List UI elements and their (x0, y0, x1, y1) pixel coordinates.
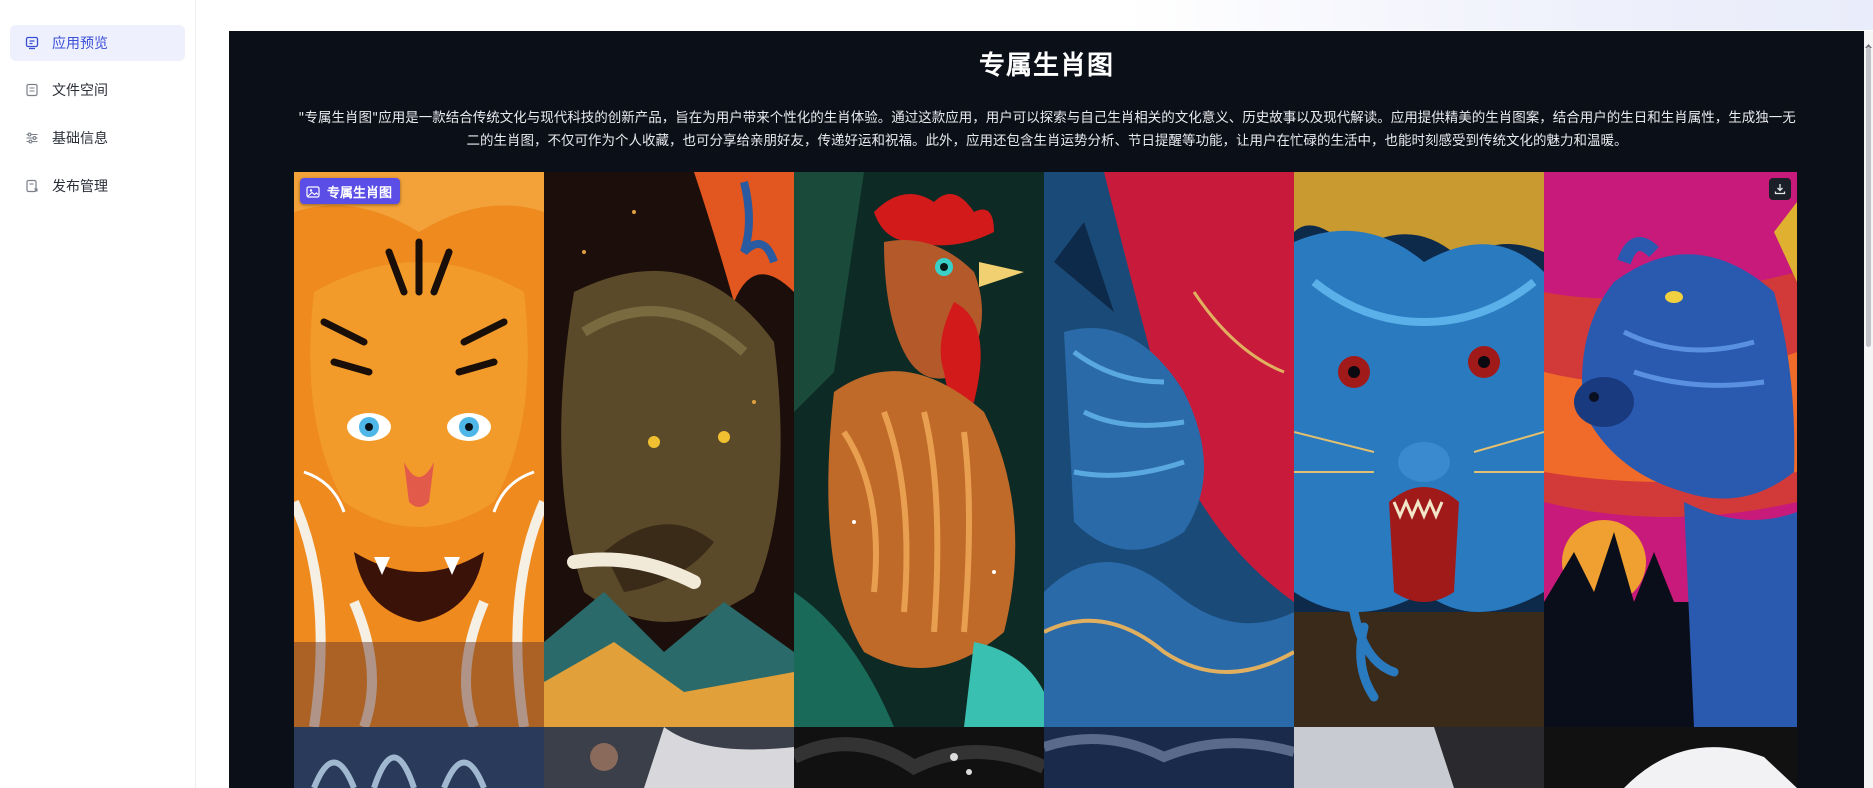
tiger-panel (294, 172, 544, 727)
row2-tile (1044, 727, 1294, 788)
sidebar-item-publish-management[interactable]: 发布管理 (10, 168, 185, 204)
main-scrollbar[interactable] (1864, 31, 1873, 788)
scroll-up-arrow-icon[interactable] (1864, 35, 1873, 48)
image-badge: 专属生肖图 (300, 178, 401, 204)
download-icon (1774, 180, 1786, 199)
ox-panel (1544, 172, 1797, 727)
zodiac-image[interactable]: 专属生肖图 (294, 172, 1797, 788)
app-description: "专属生肖图"应用是一款结合传统文化与现代科技的创新产品，旨在为用户带来个性化的… (298, 110, 1796, 149)
settings-sliders-icon (24, 130, 40, 146)
scrollbar-thumb[interactable] (1866, 47, 1871, 347)
row2-tile (294, 727, 544, 788)
sidebar-item-label: 基础信息 (52, 131, 108, 147)
row2-tile (544, 727, 794, 788)
row2-tile (1294, 727, 1544, 788)
image-badge-label: 专属生肖图 (327, 185, 393, 201)
preview-icon (24, 35, 40, 51)
sidebar-item-label: 文件空间 (52, 83, 108, 99)
wolf-panel (1044, 172, 1294, 727)
sidebar-item-app-preview[interactable]: 应用预览 (10, 25, 185, 61)
rat-panel (1294, 172, 1544, 727)
boar-panel (544, 172, 794, 727)
download-button[interactable] (1769, 178, 1791, 200)
image-icon (306, 184, 320, 198)
row2-tile (794, 727, 1044, 788)
app-preview-panel: 专属生肖图 "专属生肖图"应用是一款结合传统文化与现代科技的创新产品，旨在为用户… (229, 31, 1864, 788)
sidebar: 应用预览 文件空间 基础信息 发布管理 (0, 0, 196, 788)
sidebar-item-file-space[interactable]: 文件空间 (10, 72, 185, 108)
sidebar-item-basic-info[interactable]: 基础信息 (10, 120, 185, 156)
file-space-icon (24, 82, 40, 98)
rooster-panel (794, 172, 1044, 727)
top-gradient-bar (0, 0, 1873, 30)
publish-icon (24, 178, 40, 194)
sidebar-item-label: 应用预览 (52, 36, 108, 52)
sidebar-item-label: 发布管理 (52, 179, 108, 195)
row2-tile (1544, 727, 1797, 788)
page-title: 专属生肖图 (978, 51, 1114, 81)
